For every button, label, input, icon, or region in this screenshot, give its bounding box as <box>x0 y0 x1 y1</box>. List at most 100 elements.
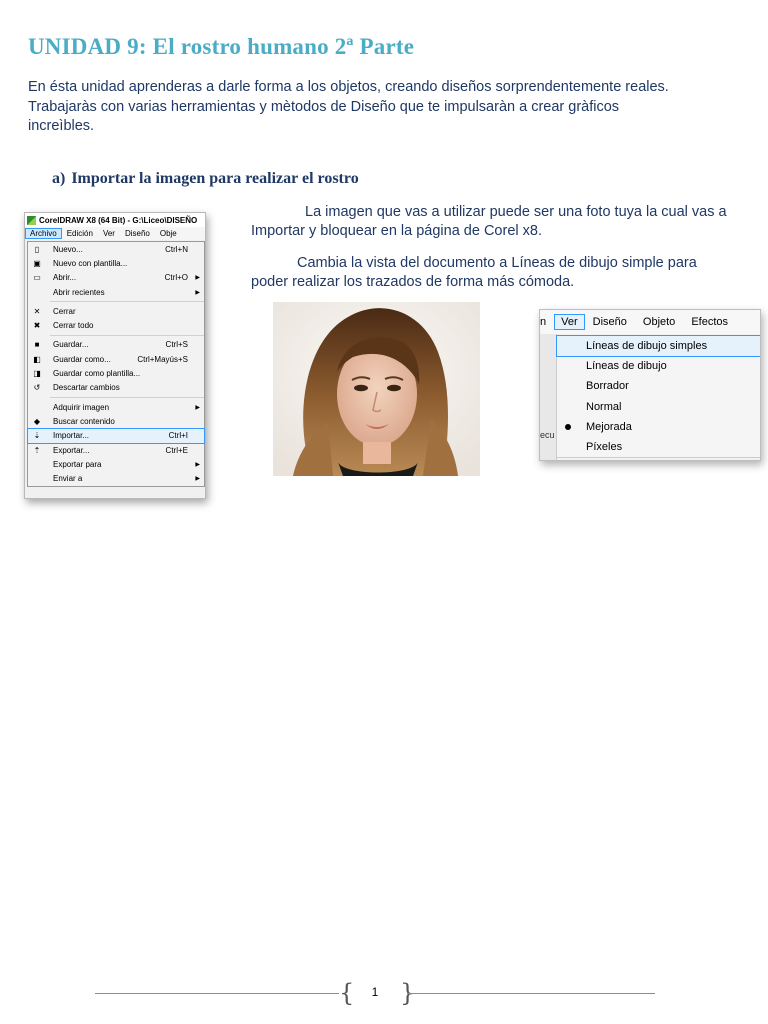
ver-menu-item-label: Líneas de dibujo simples <box>586 340 708 353</box>
file-menu-item[interactable]: Abrir recientes ▶ <box>28 285 204 299</box>
shortcut-label: Ctrl+N <box>165 244 188 254</box>
menu-separator <box>50 396 204 398</box>
menu-objeto[interactable]: Objeto <box>635 316 683 328</box>
file-menu-item[interactable]: Exportar para ▶ <box>28 457 204 471</box>
ver-menubar: n Ver Diseño Objeto Efectos <box>540 310 760 334</box>
ver-menu-dropdown: Líneas de dibujo simples Líneas de dibujo… <box>556 334 760 459</box>
file-menu-item-label: Guardar como plantilla... <box>53 369 141 379</box>
shortcut-label: Ctrl+Mayús+S <box>137 354 188 364</box>
shortcut-label: Ctrl+O <box>164 273 188 283</box>
search-content-icon: ◆ <box>33 416 41 426</box>
menu-separator <box>50 301 204 303</box>
ver-menu-item[interactable]: Píxeles <box>557 437 760 457</box>
file-menu-item-label: Abrir recientes <box>53 287 105 297</box>
file-menu-item[interactable]: Adquirir imagen ▶ <box>28 400 204 414</box>
file-menu-item-label: Guardar... <box>53 340 89 350</box>
menu-separator <box>50 334 204 336</box>
file-menu-item[interactable]: ▣ Nuevo con plantilla... <box>28 256 204 270</box>
file-menu-item-label: Abrir... <box>53 273 77 283</box>
file-menu-item-label: Buscar contenido <box>53 416 115 426</box>
file-menu-item[interactable]: ✕ Cerrar <box>28 304 204 318</box>
section-heading: a) Importar la imagen para realizar el ro… <box>52 170 359 188</box>
intro-line: En ésta unidad aprenderas a darle forma … <box>28 79 669 95</box>
toolbar-fragment-text: ecu <box>540 430 555 440</box>
close-icon: ✕ <box>33 306 41 316</box>
file-menu-item[interactable]: ◨ Guardar como plantilla... <box>28 366 204 380</box>
blank-icon <box>32 287 42 297</box>
ver-menu-item-label: Mejorada <box>586 420 632 433</box>
revert-icon: ↺ <box>33 383 41 393</box>
file-menu-item-label: Cerrar todo <box>53 321 94 331</box>
file-menu-item-label: Exportar... <box>53 445 90 455</box>
ver-menu-item[interactable]: Mejorada <box>557 417 760 437</box>
portrait-image <box>273 302 480 476</box>
coreldraw-menubar: Archivo Edición Ver Diseño Obje <box>25 227 205 240</box>
file-menu-item-label: Enviar a <box>53 474 83 484</box>
menu-efectos[interactable]: Efectos <box>683 316 736 328</box>
open-folder-icon: ▭ <box>33 273 41 283</box>
new-from-template-icon: ▣ <box>33 258 41 268</box>
menu-archivo[interactable]: Archivo <box>25 228 62 239</box>
ver-menu-item[interactable]: Líneas de dibujo <box>557 356 760 376</box>
coreldraw-window-title: CorelDRAW X8 (64 Bit) - G:\Liceo\DISEÑO <box>39 215 198 225</box>
ver-menu-item[interactable]: Normal <box>557 397 760 417</box>
portrait-photo <box>273 302 480 476</box>
file-menu-item-label: Nuevo... <box>53 244 83 254</box>
save-as-icon: ◧ <box>33 354 41 364</box>
shortcut-label: Ctrl+S <box>165 340 188 350</box>
menu-ver[interactable]: Ver <box>554 314 585 330</box>
menu-edicion[interactable]: Edición <box>62 229 98 238</box>
ver-menu-item-label: Píxeles <box>586 441 623 454</box>
ver-menu-item-label: Líneas de dibujo <box>586 360 667 373</box>
export-icon: ⇡ <box>33 445 41 455</box>
view-instruction: Cambia la vista del documento a Líneas d… <box>251 254 731 292</box>
close-all-icon: ✖ <box>33 321 41 331</box>
ver-menu-item[interactable]: Borrador <box>557 376 760 396</box>
file-menu-item-label: Guardar como... <box>53 354 111 364</box>
file-menu-item-label: Exportar para <box>53 459 102 469</box>
import-icon: ⇣ <box>33 431 41 441</box>
file-menu-item[interactable]: ✖ Cerrar todo <box>28 318 204 332</box>
ver-menu-item[interactable]: Líneas de dibujo simples <box>556 334 760 358</box>
blank-icon <box>32 474 42 484</box>
submenu-arrow-icon: ▶ <box>195 404 200 411</box>
file-menu-item-label: Adquirir imagen <box>53 402 110 412</box>
menubar-fragment: n <box>540 316 547 328</box>
menu-diseno[interactable]: Diseño <box>585 316 635 328</box>
ver-menu-item-label: Borrador <box>586 380 629 393</box>
menu-diseno[interactable]: Diseño <box>120 229 155 238</box>
submenu-arrow-icon: ▶ <box>195 275 200 282</box>
shortcut-label: Ctrl+I <box>168 431 188 441</box>
file-menu-item[interactable]: ◧ Guardar como... Ctrl+Mayús+S <box>28 352 204 366</box>
file-menu-item[interactable]: ▭ Abrir... Ctrl+O ▶ <box>28 271 204 285</box>
save-icon: ■ <box>34 340 40 350</box>
import-instruction: La imagen que vas a utilizar puede ser u… <box>251 203 731 241</box>
file-menu-item[interactable]: ⇡ Exportar... Ctrl+E <box>28 443 204 457</box>
left-brace-icon: { <box>339 979 355 1007</box>
file-menu-item[interactable]: ■ Guardar... Ctrl+S <box>28 338 204 352</box>
coreldraw-logo-icon <box>27 215 36 225</box>
blank-icon <box>32 459 42 469</box>
file-menu-item-label: Cerrar <box>53 306 76 316</box>
ver-menu-screenshot: n Ver Diseño Objeto Efectos ecu Líneas d… <box>539 309 761 461</box>
file-menu-item[interactable]: ⇣ Importar... Ctrl+I <box>27 427 205 444</box>
page-number: 1 <box>371 985 379 999</box>
footer-rule-left <box>95 993 339 994</box>
file-menu-item-label: Nuevo con plantilla... <box>53 258 128 268</box>
intro-line: Trabajaràs con varias herramientas y mèt… <box>28 98 620 115</box>
new-icon: ▯ <box>34 244 40 254</box>
section-letter: a) <box>52 170 66 187</box>
file-menu-item[interactable]: ▯ Nuevo... Ctrl+N <box>28 242 204 256</box>
file-menu-item-label: Descartar cambios <box>53 383 120 393</box>
footer-rule-right <box>407 993 655 994</box>
menu-objeto[interactable]: Obje <box>155 229 182 238</box>
section-heading-text: Importar la imagen para realizar el rost… <box>71 170 359 187</box>
file-menu-item-label: Importar... <box>53 431 90 441</box>
file-menu-item[interactable]: Enviar a ▶ <box>28 471 204 485</box>
ver-menu-item-label: Normal <box>586 400 622 413</box>
file-menu-item[interactable]: ◆ Buscar contenido <box>28 414 204 428</box>
file-menu-item[interactable]: ↺ Descartar cambios <box>28 381 204 395</box>
submenu-arrow-icon: ▶ <box>195 461 200 468</box>
menu-ver[interactable]: Ver <box>98 229 120 238</box>
import-instruction-text: La imagen que vas a utilizar puede ser u… <box>251 204 727 239</box>
